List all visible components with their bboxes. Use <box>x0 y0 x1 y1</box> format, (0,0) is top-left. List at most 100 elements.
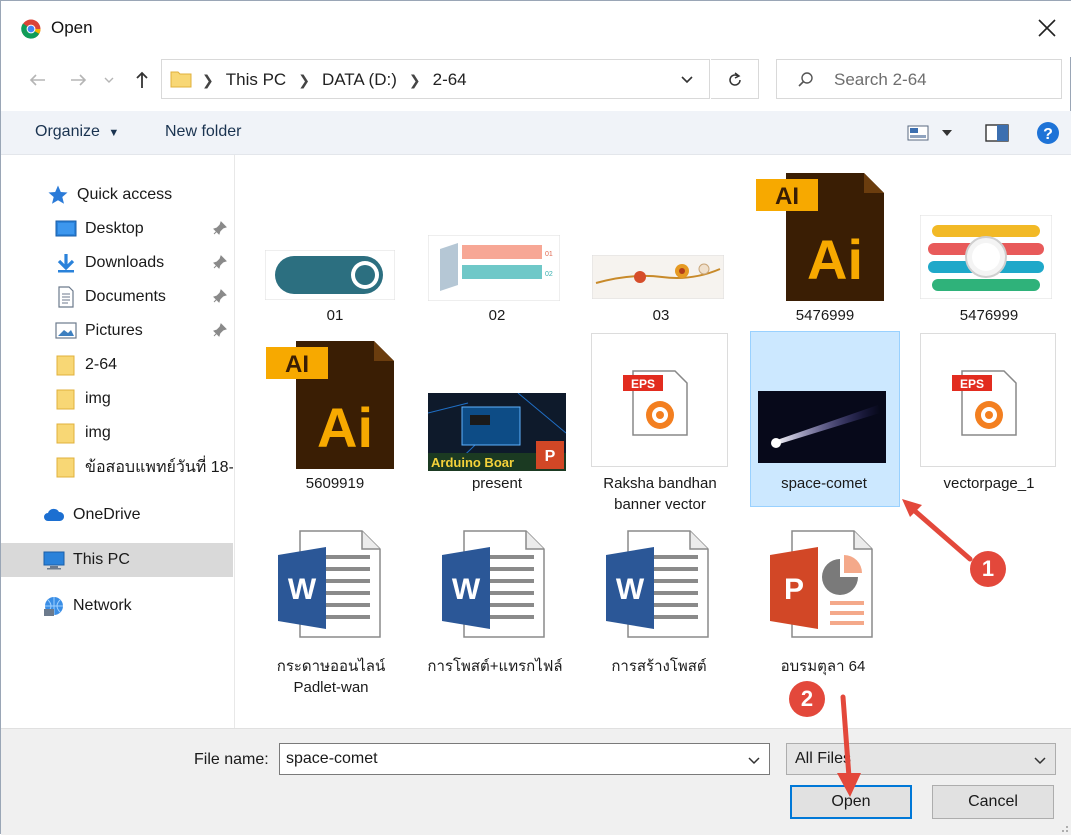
back-arrow-icon[interactable] <box>25 67 51 93</box>
nav-label: img <box>85 390 111 407</box>
pin-icon[interactable] <box>213 255 227 269</box>
search-icon <box>798 72 813 87</box>
nav-folder-2-64[interactable]: 2-64 <box>1 348 233 382</box>
file-tile[interactable]: 03 <box>586 155 736 330</box>
pin-icon[interactable] <box>213 289 227 303</box>
thumb-num-02: 02 <box>545 271 553 278</box>
file-tile[interactable]: EPS Raksha bandhan banner vector <box>591 333 741 513</box>
file-tile[interactable]: Arduino Boar P present <box>422 333 572 508</box>
nav-label: Pictures <box>85 322 143 339</box>
preview-pane-icon[interactable] <box>985 124 1009 142</box>
word-file-icon: W <box>606 530 709 638</box>
chevron-right-icon[interactable]: ❯ <box>409 72 421 89</box>
open-dialog: Open ❯ This PC ❯ DATA (D:) ❯ 2-64 Search… <box>0 0 1071 835</box>
nav-onedrive[interactable]: OneDrive <box>1 498 233 532</box>
ai-big-label: Ai <box>317 396 373 459</box>
word-file-icon: W <box>278 530 381 638</box>
eps-label: EPS <box>960 377 984 391</box>
pin-icon[interactable] <box>213 221 227 235</box>
nav-folder-img-2[interactable]: img <box>1 416 233 450</box>
file-tile[interactable]: W กระดาษออนไลน์ Padlet-wan <box>266 525 416 700</box>
cancel-button[interactable]: Cancel <box>932 785 1054 819</box>
powerpoint-file-icon: P <box>770 530 873 638</box>
eps-file-icon: EPS <box>952 370 1017 436</box>
nav-this-pc[interactable]: This PC <box>1 543 233 577</box>
illustrator-file-icon: AI Ai <box>756 173 884 301</box>
new-folder-button[interactable]: New folder <box>165 123 241 141</box>
refresh-button[interactable] <box>711 59 759 99</box>
nav-downloads[interactable]: Downloads <box>1 246 233 280</box>
file-tile[interactable]: AI Ai 5609919 <box>260 333 410 508</box>
file-tile[interactable]: AI Ai 5476999 <box>750 155 900 330</box>
ppt-label: P <box>784 573 804 606</box>
nav-documents[interactable]: Documents <box>1 280 233 314</box>
file-tile[interactable]: P อบรมตุลา 64 <box>758 525 908 700</box>
word-label: W <box>616 573 645 606</box>
file-name: 5609919 <box>305 475 365 492</box>
view-dropdown-icon[interactable] <box>941 128 953 138</box>
nav-network[interactable]: Network <box>1 589 233 623</box>
close-icon[interactable] <box>1034 15 1060 41</box>
nav-pictures[interactable]: Pictures <box>1 314 233 348</box>
chrome-icon <box>21 19 41 39</box>
chevron-right-icon[interactable]: ❯ <box>298 72 310 89</box>
chevron-down-icon[interactable] <box>1033 753 1047 767</box>
file-name-line1: Raksha bandhan <box>603 475 717 492</box>
thumbnail-comet-image <box>758 391 886 463</box>
thumbnail-infographic-circle-image <box>920 215 1052 299</box>
file-name-field[interactable]: space-comet <box>279 743 770 775</box>
file-tile[interactable]: W การสร้างโพสต์ <box>594 525 744 700</box>
file-name: 03 <box>652 307 670 324</box>
ai-label: AI <box>285 351 309 378</box>
file-name: การโพสต์+แทรกไฟล์ <box>427 658 563 675</box>
file-name: การสร้างโพสต์ <box>611 658 707 675</box>
pin-icon[interactable] <box>213 323 227 337</box>
file-name: space-comet <box>781 475 867 492</box>
nav-folder-img[interactable]: img <box>1 382 233 416</box>
file-tile[interactable]: W การโพสต์+แทรกไฟล์ <box>427 525 580 700</box>
forward-arrow-icon[interactable] <box>65 67 91 93</box>
folder-icon <box>56 389 75 410</box>
nav-label: Documents <box>85 288 166 305</box>
folder-icon <box>56 355 75 376</box>
breadcrumb-data-drive[interactable]: DATA (D:) <box>322 70 397 90</box>
address-bar[interactable]: ❯ This PC ❯ DATA (D:) ❯ 2-64 <box>161 59 710 99</box>
file-name-line1: กระดาษออนไลน์ <box>276 658 386 675</box>
help-icon[interactable]: ? <box>1036 121 1060 145</box>
search-input[interactable]: Search 2-64 <box>834 70 927 90</box>
organize-button[interactable]: Organize ▼ <box>35 123 119 141</box>
file-view: 01 01 02 02 03 AI Ai 5476999 5476999 AI … <box>236 155 1071 728</box>
chevron-right-icon[interactable]: ❯ <box>202 72 214 89</box>
title-bar: Open <box>1 1 1071 57</box>
nav-quick-access[interactable]: Quick access <box>1 178 233 212</box>
file-name-value: space-comet <box>286 750 378 767</box>
file-tile-selected[interactable]: space-comet <box>750 331 905 508</box>
annotation-badge-1: 1 <box>970 551 1006 587</box>
svg-text:?: ? <box>1043 126 1053 143</box>
up-arrow-icon[interactable] <box>129 67 155 93</box>
network-icon <box>44 597 63 616</box>
file-tile[interactable]: 01 02 02 <box>422 155 572 330</box>
file-tile[interactable]: 5476999 <box>914 155 1064 330</box>
folder-icon <box>56 423 75 444</box>
breadcrumb-this-pc[interactable]: This PC <box>226 70 286 90</box>
refresh-icon <box>729 72 741 86</box>
file-tile[interactable]: 01 <box>260 155 410 330</box>
chevron-down-icon[interactable] <box>747 753 761 767</box>
nav-desktop[interactable]: Desktop <box>1 212 233 246</box>
recent-locations-chevron-icon[interactable] <box>101 67 117 93</box>
view-options-icon[interactable] <box>907 125 929 141</box>
file-name-line2: banner vector <box>614 496 706 513</box>
breadcrumb: ❯ This PC ❯ DATA (D:) ❯ 2-64 <box>202 70 467 90</box>
breadcrumb-2-64[interactable]: 2-64 <box>433 70 467 90</box>
dialog-footer: File name: space-comet All Files Open Ca… <box>1 728 1071 835</box>
star-icon <box>48 185 68 204</box>
ai-big-label: Ai <box>807 228 863 291</box>
file-name: present <box>471 475 523 492</box>
search-box[interactable]: Search 2-64 <box>776 59 1062 99</box>
file-tile[interactable]: EPS vectorpage_1 <box>920 333 1070 508</box>
resize-grip-icon[interactable] <box>1057 821 1069 833</box>
thumbnail-rakhi-image <box>592 255 724 299</box>
address-dropdown-icon[interactable] <box>679 71 695 87</box>
nav-folder-thai[interactable]: ข้อสอบแพทย์วันที่ 18-0 <box>1 450 233 484</box>
